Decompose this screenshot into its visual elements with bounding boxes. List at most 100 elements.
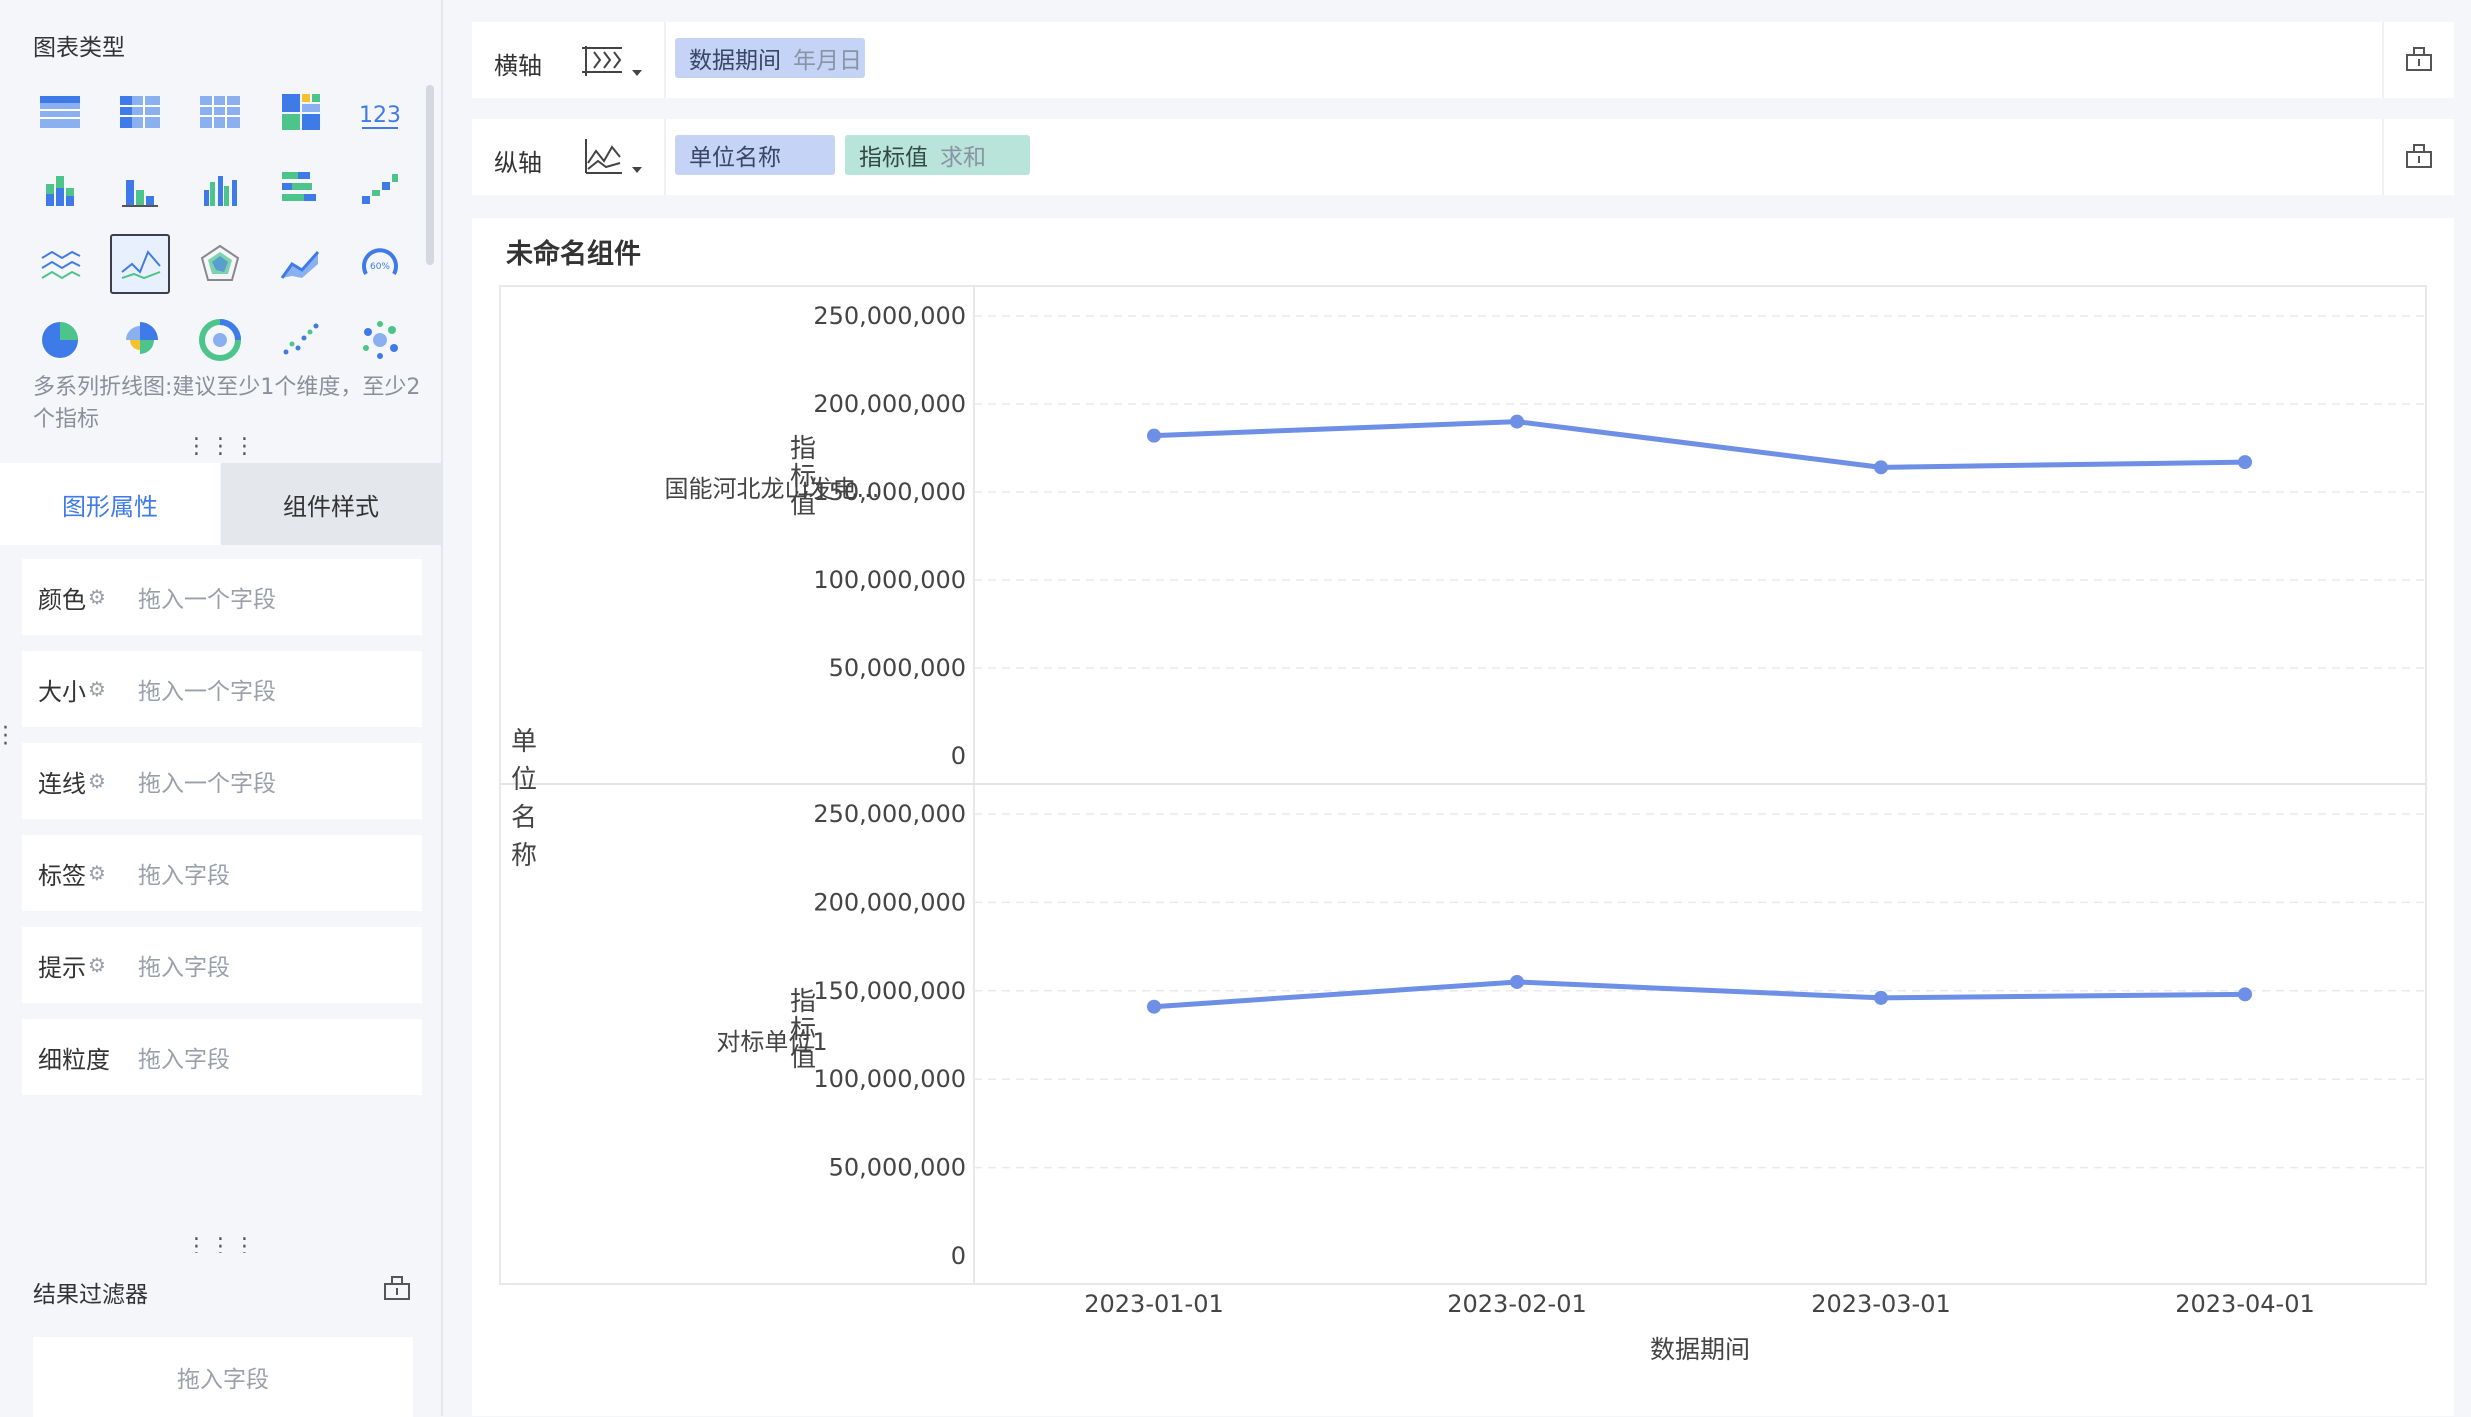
stacked-bar-icon[interactable] <box>30 158 90 218</box>
scatter-icon[interactable] <box>270 310 330 370</box>
table-icon[interactable] <box>30 82 90 142</box>
grouped-bar-icon[interactable] <box>190 158 250 218</box>
y-field-pill-unit[interactable]: 单位名称 <box>675 135 835 175</box>
rose-pie-icon[interactable] <box>110 310 170 370</box>
pill-field-name: 数据期间 <box>689 48 781 74</box>
bar-chart-icon[interactable] <box>110 158 170 218</box>
data-point <box>1874 990 1888 1005</box>
bubble-icon[interactable] <box>350 310 410 370</box>
property-tabs: 图形属性 组件样式 <box>0 463 443 545</box>
x-tick-label: 2023-02-01 <box>1447 1290 1586 1318</box>
panel-resize-handle[interactable]: ⋮⋮⋮ <box>0 436 443 458</box>
pill-aggregation: 年月日 <box>793 48 862 74</box>
clear-field-icon[interactable] <box>2404 141 2434 171</box>
x-field-pill[interactable]: 数据期间 年月日 <box>675 38 865 78</box>
property-label: 大小 <box>38 677 86 706</box>
y-tick-label: 50,000,000 <box>829 1154 966 1182</box>
data-point <box>2238 987 2252 1002</box>
y-axis-title: 标 <box>790 1015 816 1045</box>
donut-icon[interactable] <box>190 310 250 370</box>
y-axis-chart-type-icon[interactable] <box>580 133 650 183</box>
gear-icon[interactable]: ⚙ <box>88 953 118 977</box>
y-axis-title: 值 <box>790 490 816 520</box>
y-tick-label: 200,000,000 <box>813 390 966 418</box>
y-axis-shelf: 纵轴 单位名称 指标值 求和 <box>472 119 2454 195</box>
pill-field-name: 指标值 <box>859 145 928 171</box>
x-axis-chart-type-icon[interactable] <box>580 36 650 86</box>
result-filter: 结果过滤器 拖入字段 <box>0 1253 441 1417</box>
field-drop-zone[interactable]: 拖入字段 <box>138 856 230 890</box>
kpi-number-icon[interactable]: 123 <box>350 82 410 142</box>
cross-table-icon[interactable] <box>110 82 170 142</box>
x-tick-label: 2023-01-01 <box>1084 1290 1223 1318</box>
line-chart-icon[interactable] <box>110 234 170 294</box>
pill-aggregation: 求和 <box>940 145 986 171</box>
gear-icon[interactable]: ⚙ <box>88 677 118 701</box>
gauge-icon[interactable]: 60% <box>350 234 410 294</box>
y-tick-label: 100,000,000 <box>813 1065 966 1093</box>
data-point <box>1874 460 1888 475</box>
detail-table-icon[interactable] <box>190 82 250 142</box>
y-field-pill-value[interactable]: 指标值 求和 <box>845 135 1030 175</box>
property-area: 颜色 ⚙ 拖入一个字段 大小 ⚙ 拖入一个字段 连线 ⚙ 拖入一个字段 标签 ⚙… <box>0 545 441 1253</box>
clear-field-icon[interactable] <box>382 1273 412 1303</box>
left-panel: 图表类型 123 60% 多系列折线图:建议至少1个维度，至少2个指标 ⋮⋮⋮ 图… <box>0 0 443 1417</box>
pill-field-name: 单位名称 <box>689 145 781 171</box>
tab-graphic-properties[interactable]: 图形属性 <box>0 463 220 545</box>
panel-resize-handle[interactable]: ⋮⋮⋮ <box>0 1236 443 1258</box>
y-axis-title: 指 <box>790 434 816 464</box>
svg-text:60%: 60% <box>370 262 390 272</box>
panel-scrollbar[interactable] <box>426 85 434 265</box>
property-label: 标签 <box>38 861 86 890</box>
y-axis-title: 指 <box>790 987 816 1017</box>
series-line <box>1153 979 2246 1010</box>
property-label: 连线 <box>38 769 86 798</box>
field-drop-zone[interactable]: 拖入字段 <box>138 1040 230 1074</box>
y-axis-label: 纵轴 <box>494 149 542 177</box>
sidebar-collapse-handle[interactable]: · · · <box>2 718 9 756</box>
gear-icon[interactable]: ⚙ <box>88 769 118 793</box>
facet-name-label: 国能河北龙山发电... <box>665 475 880 503</box>
property-row-connect: 连线 ⚙ 拖入一个字段 <box>22 743 422 819</box>
series-line <box>1153 419 2246 470</box>
divider <box>664 119 666 195</box>
x-axis-shelf: 横轴 数据期间 年月日 <box>472 22 2454 98</box>
x-tick-label: 2023-04-01 <box>2175 1290 2314 1318</box>
multi-line-icon[interactable] <box>30 234 90 294</box>
facet-axis-label: 单 <box>511 727 537 757</box>
x-axis-clear-area <box>2382 22 2454 98</box>
radar-icon[interactable] <box>190 234 250 294</box>
tab-component-style[interactable]: 组件样式 <box>221 463 441 545</box>
data-point <box>2238 455 2252 470</box>
horizontal-bar-icon[interactable] <box>270 158 330 218</box>
field-drop-zone[interactable]: 拖入一个字段 <box>138 580 276 614</box>
field-drop-zone[interactable]: 拖入一个字段 <box>138 672 276 706</box>
data-point <box>1147 428 1161 443</box>
y-tick-label: 100,000,000 <box>813 566 966 594</box>
field-drop-zone[interactable]: 拖入一个字段 <box>138 764 276 798</box>
y-axis-title: 标 <box>790 462 816 492</box>
x-axis-label: 横轴 <box>494 52 542 80</box>
property-row-color: 颜色 ⚙ 拖入一个字段 <box>22 559 422 635</box>
facet-axis-label: 名 <box>511 803 537 833</box>
waterfall-icon[interactable] <box>350 158 410 218</box>
y-tick-label: 250,000,000 <box>813 302 966 330</box>
chart-type-hint: 多系列折线图:建议至少1个维度，至少2个指标 <box>33 375 421 432</box>
gear-icon[interactable]: ⚙ <box>88 861 118 885</box>
y-tick-label: 0 <box>951 1242 966 1270</box>
svg-text:123: 123 <box>359 103 401 128</box>
treemap-color-table-icon[interactable] <box>270 82 330 142</box>
x-axis-title: 数据期间 <box>1650 1335 1750 1364</box>
filter-drop-zone[interactable]: 拖入字段 <box>33 1337 413 1417</box>
clear-field-icon[interactable] <box>2404 44 2434 74</box>
y-tick-label: 50,000,000 <box>829 654 966 682</box>
facet-axis-label: 称 <box>511 841 537 871</box>
property-label: 颜色 <box>38 585 86 614</box>
property-row-granularity: 细粒度 拖入字段 <box>22 1019 422 1095</box>
chart-card: 未命名组件 单位名称 0 50,000,000 100,000,000 150,000,… <box>472 218 2454 1416</box>
divider <box>664 22 666 98</box>
field-drop-zone[interactable]: 拖入字段 <box>138 948 230 982</box>
area-chart-icon[interactable] <box>270 234 330 294</box>
gear-icon[interactable]: ⚙ <box>88 585 118 609</box>
pie-icon[interactable] <box>30 310 90 370</box>
